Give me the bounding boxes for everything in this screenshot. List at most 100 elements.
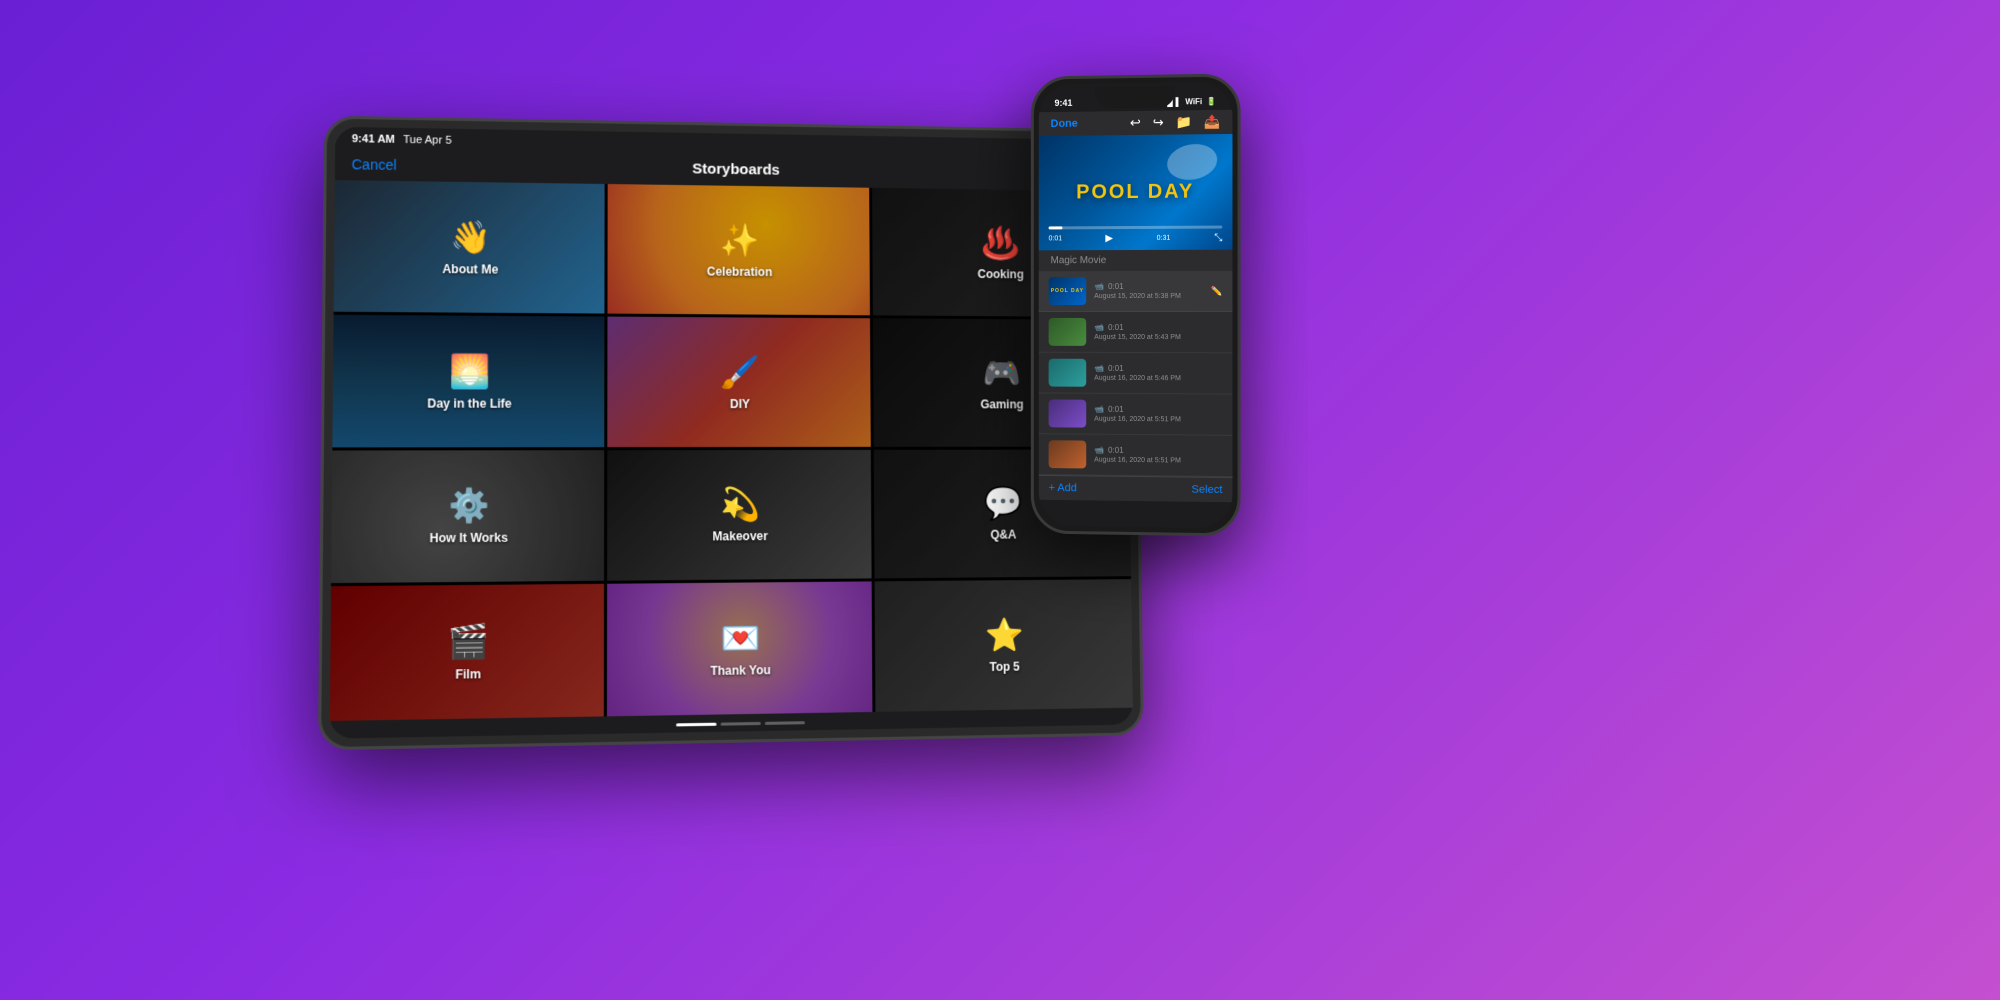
movie-date-3: August 16, 2020 at 5:46 PM (1094, 375, 1222, 383)
movie-date-2: August 15, 2020 at 5:43 PM (1094, 334, 1222, 341)
movie-date-5: August 16, 2020 at 5:51 PM (1094, 457, 1222, 465)
movie-list: POOL DAY 📹 0:01 August 15, 2020 at 5:38 … (1039, 271, 1233, 477)
share-icon[interactable]: 📤 (1204, 114, 1220, 130)
day-in-life-icon: 🌅 (449, 352, 490, 391)
select-button[interactable]: Select (1192, 484, 1223, 496)
preview-progress-track[interactable] (1049, 226, 1223, 230)
movie-duration-3: 0:01 (1108, 364, 1124, 373)
ipad-screen: 9:41 AM Tue Apr 5 ●●● WiFi 🔋 Cancel Stor… (330, 127, 1133, 739)
iphone-device: 9:41 ▐▌▌ WiFi 🔋 Done ↩ ↪ 📁 📤 POOL DAY (1031, 73, 1241, 536)
grid-cell-top5[interactable]: ⭐ Top 5 (875, 579, 1133, 712)
video-icon-3: 📹 (1094, 364, 1104, 373)
grid-cell-diy[interactable]: 🖌️ DIY (607, 316, 870, 446)
scroll-dot-3 (765, 721, 805, 725)
iphone-toolbar: Done ↩ ↪ 📁 📤 (1039, 110, 1233, 136)
qa-icon: 💬 (984, 485, 1023, 523)
movie-thumb-5 (1049, 440, 1087, 468)
movie-item-4[interactable]: 📹 0:01 August 16, 2020 at 5:51 PM (1039, 393, 1233, 435)
cancel-button[interactable]: Cancel (352, 156, 397, 173)
preview-progress-fill (1049, 226, 1063, 229)
add-button[interactable]: + Add (1049, 482, 1077, 494)
folder-icon[interactable]: 📁 (1176, 114, 1192, 130)
grid-cell-makeover[interactable]: 💫 Makeover (607, 449, 872, 581)
preview-bar: 0:01 ▶ 0:31 ⤡ (1049, 226, 1223, 245)
ipad-device: 9:41 AM Tue Apr 5 ●●● WiFi 🔋 Cancel Stor… (318, 116, 1144, 751)
celebration-label: Celebration (707, 264, 773, 278)
movie-date-1: August 15, 2020 at 5:38 PM (1094, 293, 1211, 300)
day-in-life-label: Day in the Life (427, 396, 511, 410)
redo-icon[interactable]: ↪ (1153, 115, 1164, 131)
celebration-icon: ✨ (720, 221, 760, 259)
cooking-icon: ♨️ (981, 224, 1020, 261)
grid-cell-how-it-works[interactable]: ⚙️ How It Works (331, 450, 604, 584)
scroll-dot-2 (721, 722, 761, 726)
grid-cell-day-in-life[interactable]: 🌅 Day in the Life (332, 315, 604, 447)
about-me-icon: 👋 (450, 218, 491, 257)
movie-info-2: 📹 0:01 August 15, 2020 at 5:43 PM (1094, 323, 1222, 341)
preview-controls: 0:01 ▶ 0:31 ⤡ (1049, 233, 1223, 245)
wifi-icon: WiFi (1185, 97, 1202, 106)
diy-label: DIY (730, 397, 750, 411)
movie-thumb-3 (1049, 359, 1087, 387)
undo-icon[interactable]: ↩ (1130, 115, 1141, 131)
play-button[interactable]: ▶ (1105, 233, 1113, 244)
movie-date-4: August 16, 2020 at 5:51 PM (1094, 416, 1222, 424)
grid-cell-thank-you[interactable]: 💌 Thank You (607, 582, 873, 717)
video-icon-2: 📹 (1094, 323, 1104, 332)
movie-thumb-2 (1049, 318, 1087, 346)
film-icon: 🎬 (448, 622, 489, 662)
top5-label: Top 5 (989, 660, 1019, 674)
makeover-icon: 💫 (720, 485, 760, 523)
movie-item-1[interactable]: POOL DAY 📹 0:01 August 15, 2020 at 5:38 … (1039, 271, 1233, 312)
magic-movie-label: Magic Movie (1039, 250, 1233, 272)
toolbar-icons: ↩ ↪ 📁 📤 (1130, 114, 1221, 131)
preview-time-start: 0:01 (1049, 235, 1062, 242)
about-me-label: About Me (442, 262, 498, 277)
preview-time-end: 0:31 (1157, 235, 1171, 242)
movie-duration-5: 0:01 (1108, 446, 1124, 455)
storyboard-grid: 👋 About Me ✨ Celebration ♨️ Cooking 🌅 D (330, 180, 1133, 721)
video-icon-1: 📹 (1094, 282, 1104, 291)
edit-icon-1: ✏️ (1211, 285, 1222, 296)
how-it-works-icon: ⚙️ (448, 486, 489, 525)
iphone-bottom-bar: + Add Select (1039, 475, 1233, 502)
grid-cell-film[interactable]: 🎬 Film (330, 584, 604, 721)
movie-duration-1: 0:01 (1108, 282, 1124, 291)
movie-item-2[interactable]: 📹 0:01 August 15, 2020 at 5:43 PM (1039, 312, 1233, 353)
iphone-notch (1095, 85, 1175, 108)
film-label: Film (455, 667, 481, 682)
grid-cell-about-me[interactable]: 👋 About Me (334, 180, 605, 313)
movie-item-5[interactable]: 📹 0:01 August 16, 2020 at 5:51 PM (1039, 434, 1233, 477)
movie-info-4: 📹 0:01 August 16, 2020 at 5:51 PM (1094, 405, 1222, 424)
movie-thumb-4 (1049, 399, 1087, 427)
scroll-dot-1 (676, 723, 716, 727)
video-icon-4: 📹 (1094, 405, 1104, 414)
ipad-time: 9:41 AM (352, 133, 395, 146)
ipad-title: Storyboards (692, 161, 780, 179)
movie-thumb-1: POOL DAY (1049, 277, 1087, 305)
iphone-screen: 9:41 ▐▌▌ WiFi 🔋 Done ↩ ↪ 📁 📤 POOL DAY (1039, 82, 1233, 529)
top5-icon: ⭐ (985, 616, 1024, 654)
qa-label: Q&A (990, 528, 1016, 542)
diy-icon: 🖌️ (720, 353, 760, 391)
movie-duration-2: 0:01 (1108, 323, 1124, 332)
iphone-time: 9:41 (1055, 98, 1073, 108)
makeover-label: Makeover (712, 529, 767, 543)
grid-cell-celebration[interactable]: ✨ Celebration (607, 184, 869, 315)
movie-item-3[interactable]: 📹 0:01 August 16, 2020 at 5:46 PM (1039, 353, 1233, 395)
movie-info-5: 📹 0:01 August 16, 2020 at 5:51 PM (1094, 446, 1222, 465)
battery-icon: 🔋 (1206, 96, 1216, 105)
expand-icon[interactable]: ⤡ (1214, 233, 1222, 244)
movie-info-3: 📹 0:01 August 16, 2020 at 5:46 PM (1094, 364, 1222, 383)
thank-you-label: Thank You (710, 663, 771, 678)
video-icon-5: 📹 (1094, 446, 1104, 455)
how-it-works-label: How It Works (430, 531, 508, 546)
preview-title: POOL DAY (1076, 181, 1194, 205)
gaming-label: Gaming (980, 397, 1023, 411)
iphone-done-button[interactable]: Done (1051, 118, 1078, 130)
iphone-preview: POOL DAY 0:01 ▶ 0:31 ⤡ (1039, 134, 1233, 250)
cooking-label: Cooking (978, 267, 1024, 281)
movie-duration-4: 0:01 (1108, 405, 1124, 414)
movie-info-1: 📹 0:01 August 15, 2020 at 5:38 PM (1094, 282, 1211, 300)
ipad-date: Tue Apr 5 (403, 134, 452, 147)
